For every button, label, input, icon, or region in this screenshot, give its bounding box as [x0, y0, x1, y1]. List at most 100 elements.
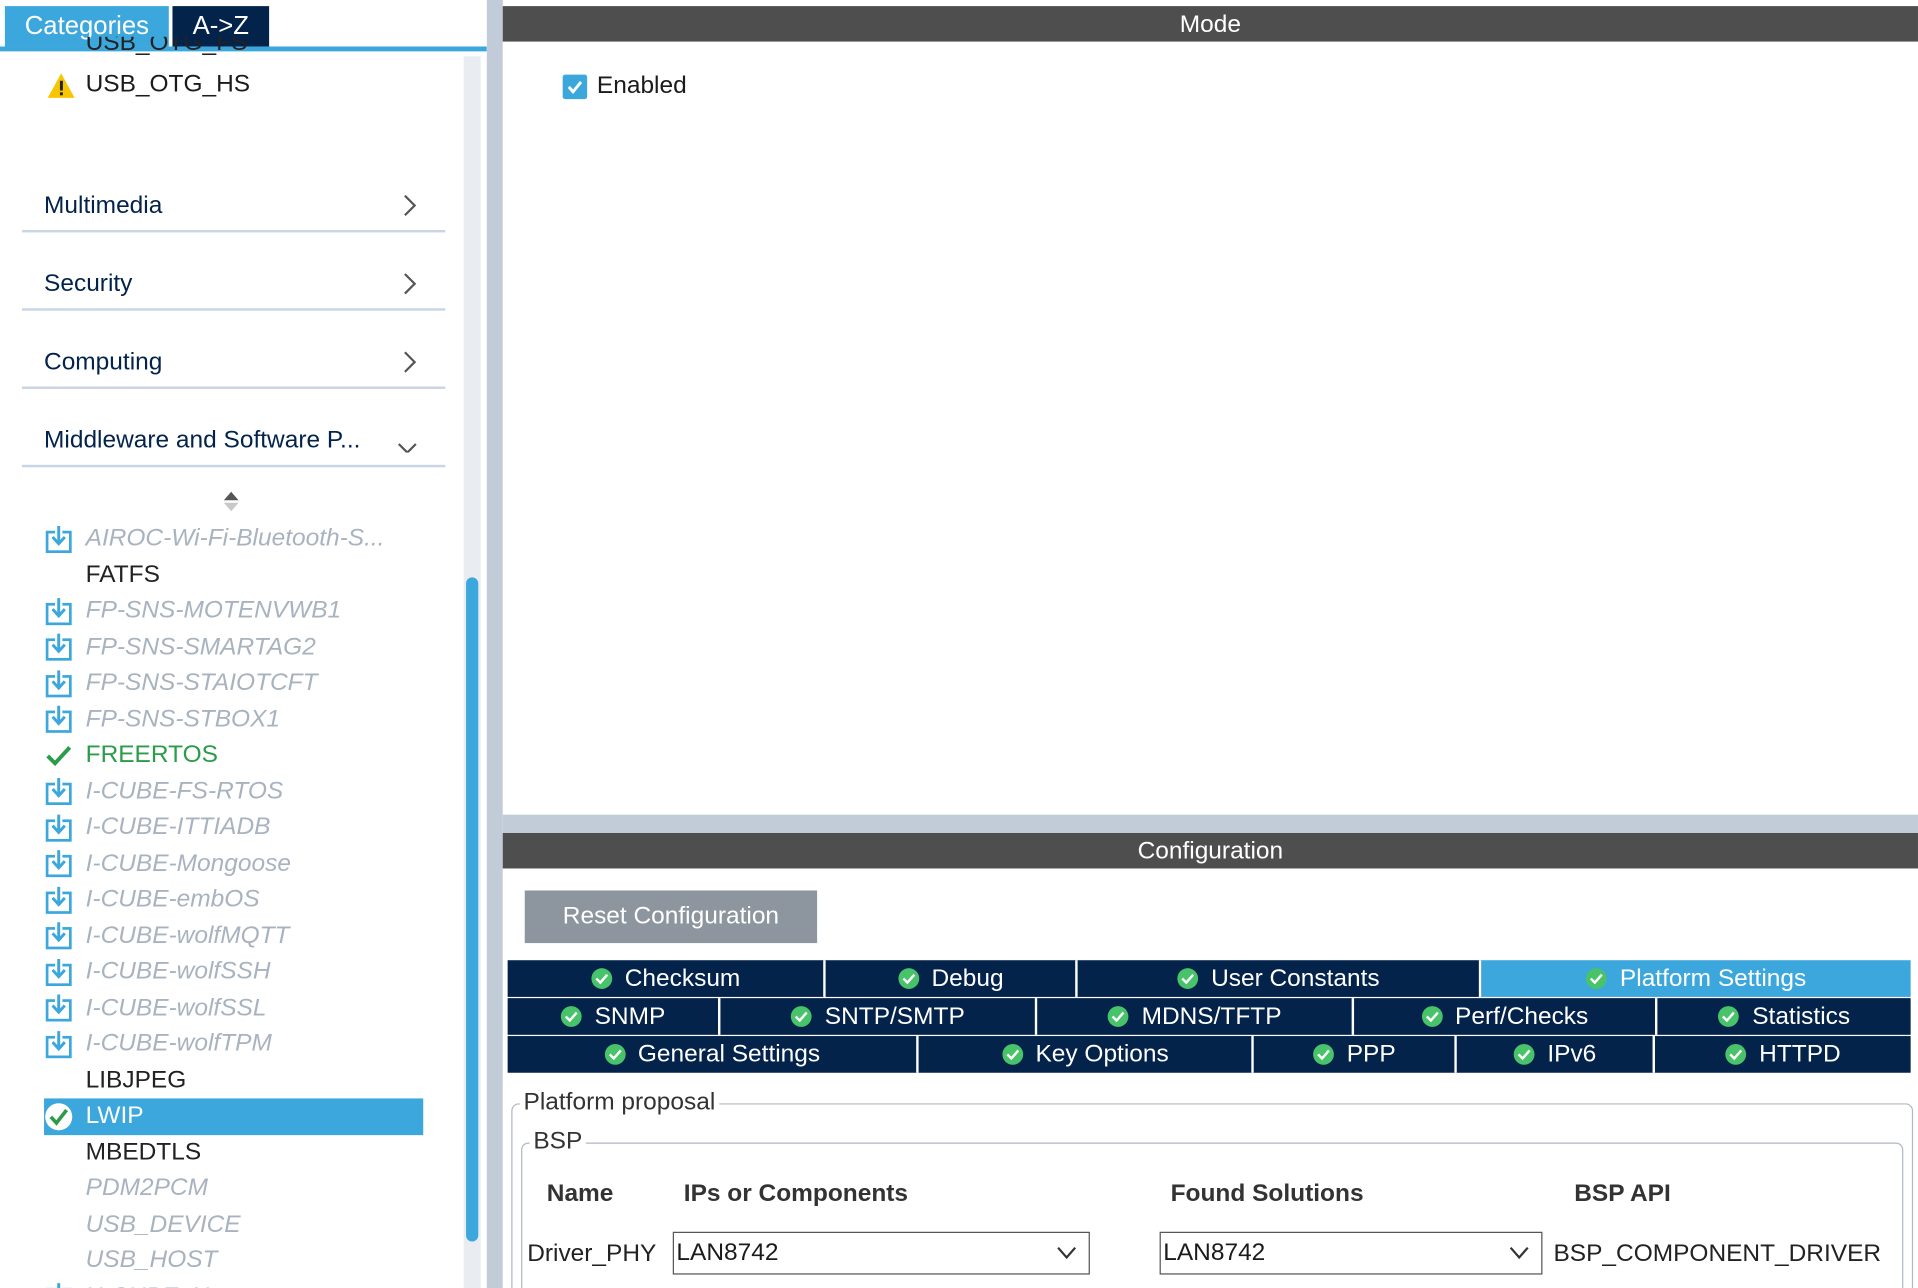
list-item-icon-slot — [44, 705, 73, 734]
list-item-label: PDM2PCM — [85, 1174, 208, 1202]
list-item[interactable]: X-CUBE-AI — [44, 1279, 423, 1288]
column-header-found-solutions: Found Solutions — [1170, 1180, 1364, 1208]
list-item[interactable]: FP-SNS-STAIOTCFT — [44, 665, 423, 701]
list-item-label: I-CUBE-wolfSSH — [85, 958, 271, 985]
bsp-row-name: Driver_PHY — [527, 1240, 657, 1268]
tab-label: General Settings — [637, 1040, 821, 1068]
tree-item-usb-otg-hs[interactable]: USB_OTG_HS — [46, 71, 250, 99]
tab-perf-checks[interactable]: Perf/Checks — [1354, 998, 1658, 1035]
tab-label: Checksum — [624, 964, 741, 992]
enabled-checkbox[interactable]: Enabled — [562, 72, 687, 100]
list-item[interactable]: MBEDTLS — [44, 1135, 423, 1171]
list-item-label: X-CUBE-AI — [86, 1283, 210, 1288]
found-solution-select[interactable]: LAN8742 — [1159, 1231, 1543, 1275]
tab-label: Perf/Checks — [1455, 1002, 1589, 1030]
check-circle-icon — [897, 968, 919, 989]
reset-configuration-button[interactable]: Reset Configuration — [524, 890, 818, 944]
list-item[interactable]: PDM2PCM — [44, 1171, 423, 1207]
ip-component-select[interactable]: LAN8742 — [672, 1231, 1090, 1275]
list-item-label: I-CUBE-wolfTPM — [85, 1030, 272, 1058]
tree-item-usb-otg-fs[interactable]: USB_OTG_FS — [86, 37, 248, 61]
tab-ppp[interactable]: PPP — [1253, 1036, 1457, 1073]
tab-debug[interactable]: Debug — [825, 960, 1078, 997]
list-item-icon-slot — [44, 1066, 73, 1095]
chevron-right-icon — [404, 273, 417, 295]
check-circle-icon — [1313, 1044, 1334, 1065]
tab-sntp-smtp[interactable]: SNTP/SMTP — [720, 998, 1038, 1035]
tab-snmp[interactable]: SNMP — [507, 998, 721, 1035]
section-splitter[interactable] — [502, 814, 1918, 833]
list-item[interactable]: FATFS — [44, 557, 423, 593]
list-item-label: I-CUBE-wolfSSL — [85, 994, 267, 1022]
config-tab-row: General Settings Key Options PPP IPv6 HTTPD — [507, 1036, 1911, 1073]
list-item[interactable]: I-CUBE-wolfSSH — [44, 954, 423, 990]
list-item[interactable]: I-CUBE-wolfMQTT — [44, 918, 423, 954]
list-item-icon-slot — [44, 994, 73, 1023]
list-item[interactable]: FP-SNS-SMARTAG2 — [44, 629, 423, 665]
list-item-icon-slot — [44, 561, 73, 590]
tab-httpd[interactable]: HTTPD — [1654, 1036, 1911, 1073]
category-middleware[interactable]: Middleware and Software P... — [22, 406, 446, 468]
list-item[interactable]: I-CUBE-wolfSSL — [44, 990, 423, 1026]
sort-arrow-icon[interactable] — [223, 491, 240, 513]
list-item[interactable]: AIROC-Wi-Fi-Bluetooth-S... — [44, 521, 423, 557]
list-item[interactable]: I-CUBE-Mongoose — [44, 846, 423, 882]
list-item[interactable]: I-CUBE-wolfTPM — [44, 1026, 423, 1062]
tab-general-settings[interactable]: General Settings — [507, 1036, 919, 1073]
list-item[interactable]: FP-SNS-STBOX1 — [44, 702, 423, 738]
list-item-label: I-CUBE-embOS — [85, 885, 260, 913]
check-circle-icon — [1586, 968, 1608, 989]
list-item[interactable]: I-CUBE-embOS — [44, 882, 423, 918]
tab-label: Debug — [931, 964, 1004, 992]
list-item-icon-slot — [44, 885, 73, 914]
enabled-label: Enabled — [596, 72, 687, 100]
list-item[interactable]: FREERTOS — [44, 738, 423, 774]
list-item[interactable]: I-CUBE-ITTIADB — [44, 810, 423, 846]
list-item-label: LIBJPEG — [85, 1066, 187, 1094]
panel-splitter[interactable] — [486, 0, 503, 1288]
check-circle-icon — [1718, 1006, 1740, 1027]
category-security[interactable]: Security — [22, 250, 446, 311]
list-item[interactable]: I-CUBE-FS-RTOS — [44, 774, 423, 810]
list-item-icon-slot — [44, 1282, 73, 1288]
checkbox-checked-icon[interactable] — [562, 74, 588, 99]
check-circle-icon — [791, 1006, 812, 1027]
category-computing[interactable]: Computing — [22, 328, 446, 389]
tab-label: PPP — [1346, 1040, 1396, 1068]
list-item[interactable]: FP-SNS-MOTENVWB1 — [44, 593, 423, 629]
list-item-label: AIROC-Wi-Fi-Bluetooth-S... — [85, 525, 385, 552]
tab-key-options[interactable]: Key Options — [918, 1036, 1254, 1073]
download-icon — [45, 922, 72, 950]
list-item[interactable]: LIBJPEG — [44, 1062, 423, 1098]
platform-proposal-legend: Platform proposal — [519, 1088, 719, 1117]
ip-component-value: LAN8742 — [676, 1239, 779, 1267]
list-item-icon-slot — [44, 921, 73, 950]
check-circle-icon — [45, 1102, 73, 1131]
list-item-label: FATFS — [85, 561, 160, 589]
check-circle-icon — [1107, 1006, 1129, 1027]
tab-ipv6[interactable]: IPv6 — [1456, 1036, 1655, 1073]
tree-scrollbar-thumb[interactable] — [466, 577, 479, 1242]
tree-item-label: USB_OTG_HS — [85, 70, 251, 98]
list-item[interactable]: USB_DEVICE — [44, 1207, 423, 1243]
chevron-down-icon — [397, 443, 417, 453]
tab-label: Key Options — [1035, 1040, 1169, 1068]
tab-user-constants[interactable]: User Constants — [1077, 960, 1482, 997]
list-item-icon-slot — [44, 633, 73, 662]
tab-platform-settings[interactable]: Platform Settings — [1481, 960, 1911, 997]
category-label: Middleware and Software P... — [44, 426, 361, 454]
list-item[interactable]: LWIP — [44, 1098, 424, 1135]
list-item-label: MBEDTLS — [85, 1138, 202, 1166]
check-circle-icon — [1725, 1044, 1747, 1065]
check-circle-icon — [604, 1044, 626, 1065]
config-tab-row: Checksum Debug User Constants Platform Sett… — [507, 960, 1911, 997]
tab-mdns-tftp[interactable]: MDNS/TFTP — [1037, 998, 1355, 1035]
list-item-icon-slot — [44, 1030, 73, 1059]
check-circle-icon — [1177, 968, 1199, 989]
tab-statistics[interactable]: Statistics — [1657, 998, 1911, 1035]
column-header-name: Name — [546, 1180, 614, 1208]
download-icon — [45, 886, 72, 914]
list-item[interactable]: USB_HOST — [44, 1243, 423, 1279]
tab-checksum[interactable]: Checksum — [507, 960, 826, 997]
category-multimedia[interactable]: Multimedia — [22, 171, 446, 233]
